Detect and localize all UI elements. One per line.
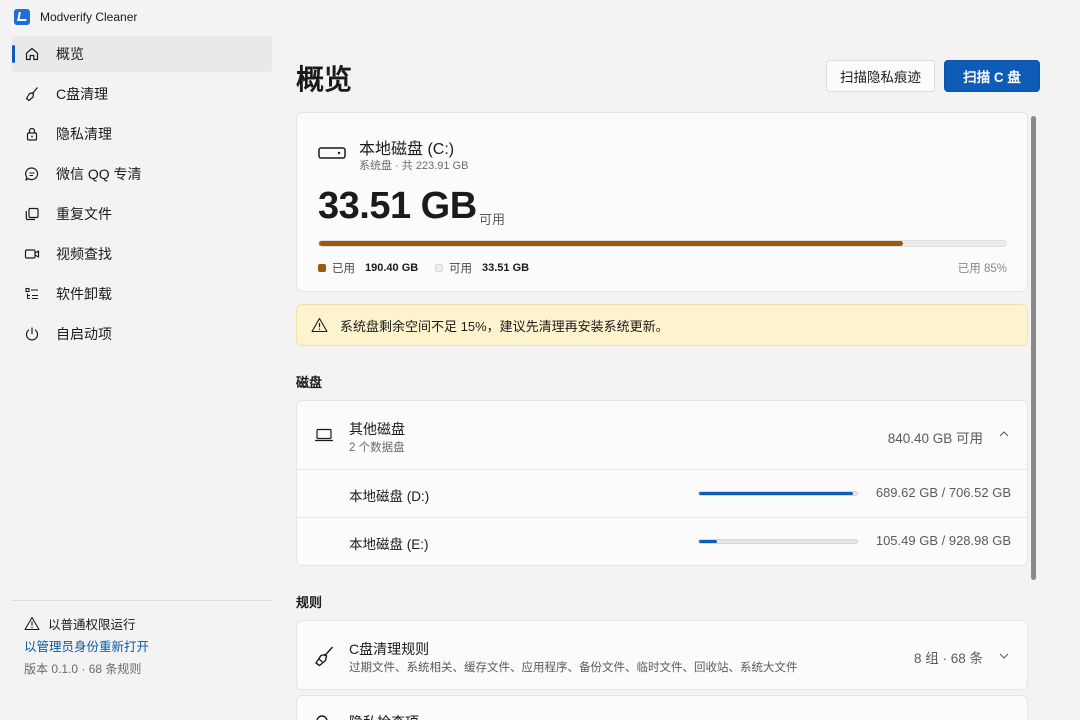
privilege-text: 以普通权限运行 xyxy=(48,618,136,632)
sidebar-item-label: 自启动项 xyxy=(56,326,112,342)
legend-free-value: 33.51 GB xyxy=(482,262,530,274)
home-icon xyxy=(23,45,41,63)
sidebar-item-label: 微信 QQ 专清 xyxy=(56,166,142,182)
sidebar-item-label: 概览 xyxy=(56,46,84,62)
version-text: 版本 0.1.0 · 68 条规则 xyxy=(24,662,142,676)
c-drive-name: 本地磁盘 (C:) xyxy=(359,141,455,158)
warning-text: 系统盘剩余空间不足 15%，建议先清理再安装系统更新。 xyxy=(340,318,669,334)
disk-usage-fill xyxy=(699,492,854,495)
scan-privacy-button[interactable]: 扫描隐私痕迹 xyxy=(826,60,935,92)
section-rules-heading: 规则 xyxy=(296,595,323,610)
rule-card-privacy[interactable]: 隐私检查项 xyxy=(296,695,1028,720)
sidebar-item-startup[interactable]: 自启动项 xyxy=(12,316,272,352)
used-percent: 已用 85% xyxy=(957,263,1007,275)
disk-row-e: 本地磁盘 (E:) 105.49 GB / 928.98 GB xyxy=(297,518,1027,565)
c-drive-subtitle: 系统盘 · 共 223.91 GB xyxy=(359,160,469,172)
legend-used-value: 190.40 GB xyxy=(365,262,419,274)
legend-used-label: 已用 xyxy=(332,263,355,275)
disk-usage-bar xyxy=(698,491,858,496)
c-drive-usage-fill xyxy=(319,241,903,246)
sidebar-item-c-clean[interactable]: C盘清理 xyxy=(12,76,272,112)
other-disks-header[interactable]: 其他磁盘 2 个数据盘 840.40 GB 可用 xyxy=(297,401,1027,469)
list-icon xyxy=(23,285,41,303)
search-icon xyxy=(316,715,328,720)
disk-usage-value: 689.62 GB / 706.52 GB xyxy=(875,485,1011,500)
rule-card-c-clean[interactable]: C盘清理规则 过期文件、系统相关、缓存文件、应用程序、备份文件、临时文件、回收站… xyxy=(296,620,1028,690)
low-space-warning: 系统盘剩余空间不足 15%，建议先清理再安装系统更新。 xyxy=(296,304,1028,346)
disk-usage-fill xyxy=(699,540,717,543)
sidebar-item-video[interactable]: 视频查找 xyxy=(12,236,272,272)
copy-icon xyxy=(23,205,41,223)
app-title: Modverify Cleaner xyxy=(40,10,138,24)
other-disks-subtitle: 2 个数据盘 xyxy=(349,442,405,454)
scrollbar-thumb[interactable] xyxy=(1031,116,1036,580)
sidebar-item-duplicates[interactable]: 重复文件 xyxy=(12,196,272,232)
legend-free: 可用 33.51 GB xyxy=(435,260,529,276)
legend-used: 已用 190.40 GB xyxy=(318,260,418,276)
chevron-up-icon[interactable] xyxy=(999,431,1009,437)
relaunch-admin-link[interactable]: 以管理员身份重新打开 xyxy=(24,636,149,655)
sidebar-item-label: 重复文件 xyxy=(56,206,112,222)
disk-name: 本地磁盘 (E:) xyxy=(349,537,429,552)
warning-icon xyxy=(311,317,328,333)
sidebar-item-privacy[interactable]: 隐私清理 xyxy=(12,116,272,152)
other-disks-title: 其他磁盘 xyxy=(349,421,405,437)
sidebar-item-wechat-qq[interactable]: 微信 QQ 专清 xyxy=(12,156,272,192)
other-disks-card: 其他磁盘 2 个数据盘 840.40 GB 可用 本地磁盘 (D:) 689.6… xyxy=(296,400,1028,566)
disk-usage-bar xyxy=(698,539,858,544)
rule-count: 8 组 · 68 条 xyxy=(913,651,983,666)
privilege-status: 以普通权限运行 xyxy=(24,614,136,633)
sidebar-item-label: 隐私清理 xyxy=(56,126,112,142)
rule-title: 隐私检查项 xyxy=(349,712,419,720)
disk-usage-value: 105.49 GB / 928.98 GB xyxy=(875,533,1011,548)
legend-free-label: 可用 xyxy=(449,263,472,275)
drive-icon xyxy=(318,147,346,159)
sidebar-divider xyxy=(12,600,272,601)
title-bar: Modverify Cleaner xyxy=(0,0,1080,34)
video-icon xyxy=(23,245,41,263)
chat-icon xyxy=(23,165,41,183)
free-swatch xyxy=(435,264,443,272)
app-logo-icon xyxy=(14,9,30,25)
disk-name: 本地磁盘 (D:) xyxy=(349,489,430,504)
c-drive-free-space: 33.51 GB xyxy=(318,185,477,227)
scan-c-drive-button[interactable]: 扫描 C 盘 xyxy=(944,60,1040,92)
disk-row-d: 本地磁盘 (D:) 689.62 GB / 706.52 GB xyxy=(297,470,1027,518)
chevron-down-icon[interactable] xyxy=(999,653,1009,659)
broom-icon xyxy=(23,85,41,103)
c-drive-card: 本地磁盘 (C:) 系统盘 · 共 223.91 GB 33.51 GB 可用 … xyxy=(296,112,1028,292)
c-drive-free-unit: 可用 xyxy=(479,212,506,227)
sidebar-item-overview[interactable]: 概览 xyxy=(12,36,272,72)
lock-icon xyxy=(23,125,41,143)
broom-icon xyxy=(315,646,334,667)
used-swatch xyxy=(318,264,326,272)
warning-icon xyxy=(24,616,40,631)
sidebar-item-label: 软件卸载 xyxy=(56,286,112,302)
section-disks-heading: 磁盘 xyxy=(296,375,323,390)
power-icon xyxy=(23,325,41,343)
other-disks-free: 840.40 GB 可用 xyxy=(887,431,983,446)
rule-title: C盘清理规则 xyxy=(349,641,430,657)
sidebar-item-label: C盘清理 xyxy=(56,86,109,102)
sidebar-item-uninstall[interactable]: 软件卸载 xyxy=(12,276,272,312)
laptop-icon xyxy=(315,428,333,442)
rule-subtitle: 过期文件、系统相关、缓存文件、应用程序、备份文件、临时文件、回收站、系统大文件 xyxy=(349,662,798,674)
sidebar-item-label: 视频查找 xyxy=(56,246,112,262)
page-title: 概览 xyxy=(296,64,353,95)
c-drive-usage-bar xyxy=(318,240,1007,247)
